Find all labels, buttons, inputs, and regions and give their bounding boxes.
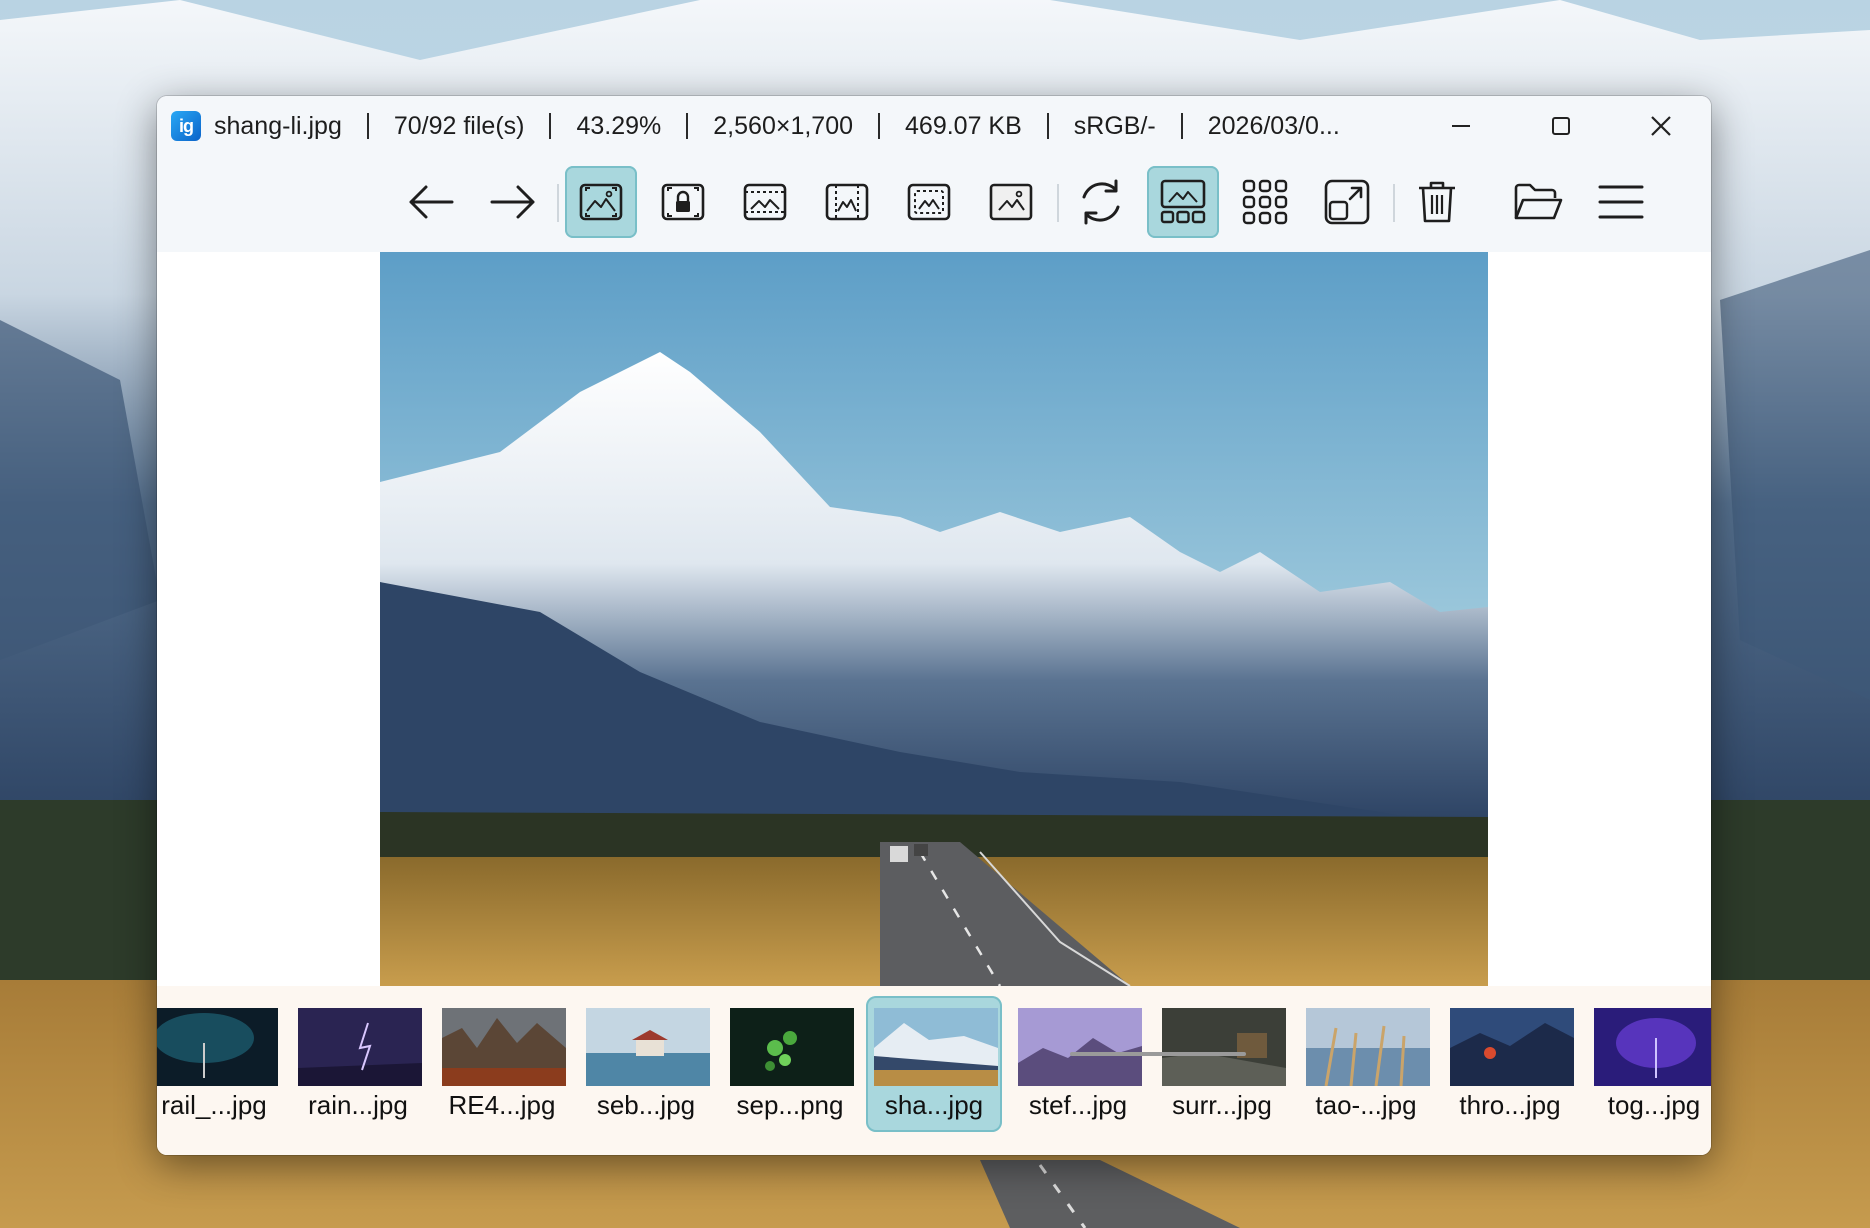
delete-button[interactable] bbox=[1401, 166, 1473, 238]
gallery-scrollbar[interactable] bbox=[1070, 1052, 1246, 1056]
thumbnail-item[interactable]: RE4...jpg bbox=[434, 996, 570, 1132]
thumbnail-item[interactable]: rain...jpg bbox=[290, 996, 426, 1132]
title-bar[interactable]: ig shang-li.jpg 70/92 file(s) 43.29% 2,5… bbox=[157, 96, 1711, 156]
minimize-button[interactable] bbox=[1411, 96, 1511, 156]
arrow-right-icon bbox=[490, 185, 535, 219]
thumbnail-item[interactable]: seb...jpg bbox=[578, 996, 714, 1132]
thumbnail-label: rail_...jpg bbox=[161, 1090, 267, 1120]
grid-icon bbox=[1242, 179, 1288, 225]
open-external-icon bbox=[1324, 179, 1370, 225]
thumbnail-label: stef...jpg bbox=[1028, 1090, 1128, 1120]
title-divider bbox=[549, 113, 552, 139]
scale-to-height-icon bbox=[825, 183, 869, 221]
toolbar-divider bbox=[1057, 184, 1059, 222]
thumbnail-label: rain...jpg bbox=[308, 1090, 408, 1120]
zoom-level-label: 43.29% bbox=[576, 111, 662, 140]
thumbnail-label: RE4...jpg bbox=[448, 1090, 556, 1120]
thumbnail-image bbox=[1018, 1008, 1142, 1086]
actual-size-icon bbox=[989, 183, 1033, 221]
gallery-icon bbox=[1160, 179, 1206, 224]
title-divider bbox=[878, 113, 881, 139]
thumbnail-item-selected[interactable]: sha...jpg bbox=[866, 996, 1002, 1132]
filename-label: shang-li.jpg bbox=[214, 111, 342, 140]
title-divider bbox=[1180, 113, 1183, 139]
main-menu-button[interactable] bbox=[1585, 166, 1657, 238]
toolbar-divider bbox=[1393, 184, 1395, 222]
previous-image-button[interactable] bbox=[395, 166, 467, 238]
toolbar bbox=[157, 156, 1711, 252]
arrow-left-icon bbox=[409, 185, 454, 219]
thumbnail-item[interactable]: stef...jpg bbox=[1010, 996, 1146, 1132]
thumbnail-item[interactable]: rail_...jpg bbox=[157, 996, 282, 1132]
main-image[interactable] bbox=[380, 252, 1488, 986]
thumbnail-image bbox=[1306, 1008, 1430, 1086]
lock-zoom-button[interactable] bbox=[647, 166, 719, 238]
scale-to-fit-icon bbox=[907, 183, 951, 221]
scale-to-height-button[interactable] bbox=[811, 166, 883, 238]
title-divider bbox=[1046, 113, 1049, 139]
color-profile-label: sRGB/- bbox=[1073, 111, 1156, 140]
thumbnail-image bbox=[442, 1008, 566, 1086]
gallery-toggle-button[interactable] bbox=[1147, 166, 1219, 238]
thumbnail-item[interactable]: thro...jpg bbox=[1442, 996, 1578, 1132]
close-button[interactable] bbox=[1611, 96, 1711, 156]
close-icon bbox=[1651, 116, 1671, 136]
folder-open-icon bbox=[1514, 183, 1563, 220]
scale-to-width-button[interactable] bbox=[729, 166, 801, 238]
thumbnail-image bbox=[1594, 1008, 1711, 1086]
hamburger-menu-icon bbox=[1598, 185, 1644, 219]
thumbnail-image bbox=[298, 1008, 422, 1086]
thumbnail-image bbox=[1162, 1008, 1286, 1086]
thumbnail-image bbox=[730, 1008, 854, 1086]
thumbnail-item[interactable]: sep...png bbox=[722, 996, 858, 1132]
thumbnail-label: tog...jpg bbox=[1607, 1090, 1701, 1120]
trash-icon bbox=[1419, 181, 1455, 223]
thumbnail-item[interactable]: tog...jpg bbox=[1586, 996, 1711, 1132]
maximize-icon bbox=[1552, 117, 1570, 135]
thumbnail-label: thro...jpg bbox=[1459, 1090, 1561, 1120]
open-file-button[interactable] bbox=[1502, 166, 1574, 238]
auto-zoom-icon bbox=[579, 183, 623, 221]
thumbnail-image bbox=[874, 1008, 998, 1086]
image-viewport[interactable] bbox=[157, 252, 1711, 986]
next-image-button[interactable] bbox=[477, 166, 549, 238]
thumbnail-item[interactable]: tao-...jpg bbox=[1298, 996, 1434, 1132]
title-divider bbox=[366, 113, 369, 139]
scale-to-width-icon bbox=[743, 183, 787, 221]
toolbar-divider bbox=[557, 184, 559, 222]
scale-to-fit-button[interactable] bbox=[893, 166, 965, 238]
refresh-button[interactable] bbox=[1065, 166, 1137, 238]
file-date-label: 2026/03/0... bbox=[1207, 111, 1340, 140]
thumbnail-item[interactable]: surr...jpg bbox=[1154, 996, 1290, 1132]
title-divider bbox=[686, 113, 689, 139]
maximize-button[interactable] bbox=[1511, 96, 1611, 156]
app-logo-icon: ig bbox=[171, 111, 201, 141]
thumbnail-image bbox=[1450, 1008, 1574, 1086]
auto-zoom-button[interactable] bbox=[565, 166, 637, 238]
refresh-icon bbox=[1082, 179, 1120, 225]
thumbnail-label: sha...jpg bbox=[884, 1090, 984, 1120]
thumbnail-image bbox=[586, 1008, 710, 1086]
file-index-label: 70/92 file(s) bbox=[393, 111, 525, 140]
window-controls bbox=[1411, 96, 1711, 156]
image-dimensions-label: 2,560×1,700 bbox=[713, 111, 854, 140]
thumbnail-label: sep...png bbox=[736, 1090, 844, 1120]
grid-view-button[interactable] bbox=[1229, 166, 1301, 238]
file-size-label: 469.07 KB bbox=[905, 111, 1022, 140]
lock-zoom-icon bbox=[661, 183, 705, 221]
minimize-icon bbox=[1452, 125, 1470, 127]
thumbnail-label: tao-...jpg bbox=[1315, 1090, 1417, 1120]
thumbnail-label: surr...jpg bbox=[1172, 1090, 1272, 1120]
thumbnail-gallery: rail_...jpg rain...jpg RE4...jpg seb...j… bbox=[157, 986, 1711, 1155]
thumbnail-label: seb...jpg bbox=[596, 1090, 696, 1120]
thumbnail-image bbox=[157, 1008, 278, 1086]
actual-size-button[interactable] bbox=[975, 166, 1047, 238]
image-viewer-window: ig shang-li.jpg 70/92 file(s) 43.29% 2,5… bbox=[157, 96, 1711, 1155]
open-external-button[interactable] bbox=[1311, 166, 1383, 238]
